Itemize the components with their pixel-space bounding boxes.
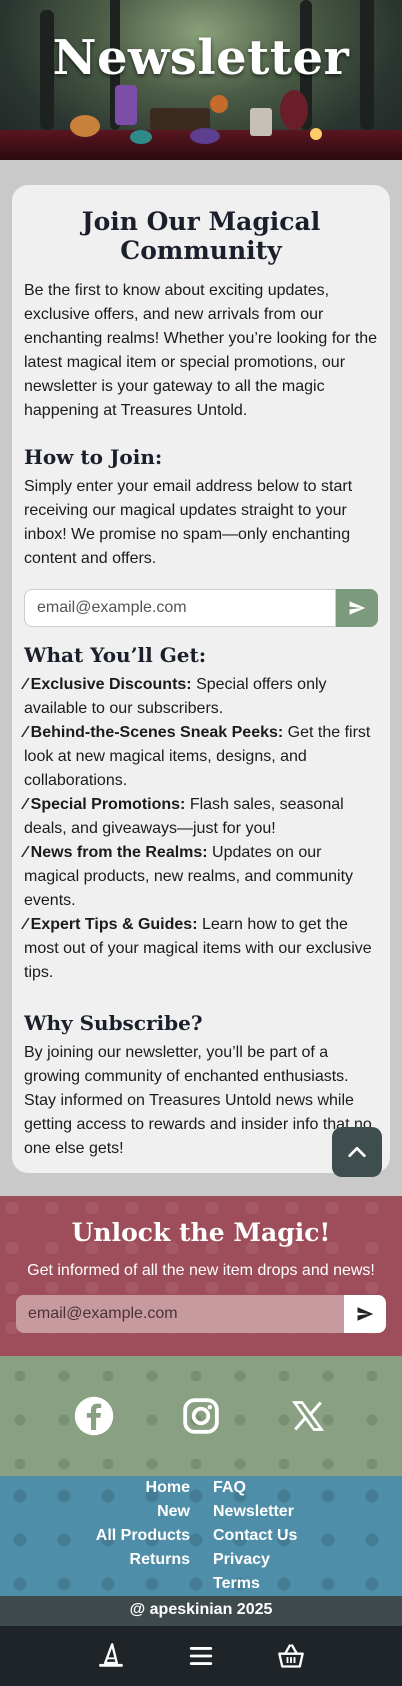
instagram-link[interactable] (178, 1393, 224, 1439)
unlock-title: Unlock the Magic! (71, 1218, 331, 1247)
list-item: ⁄ Special Promotions: Flash sales, season… (24, 793, 378, 841)
copyright: @ apeskinian 2025 (0, 1596, 402, 1626)
why-subscribe-heading: Why Subscribe? (24, 1011, 203, 1035)
send-button[interactable] (336, 589, 378, 627)
benefit-title: Behind-the-Scenes Sneak Peeks: (30, 724, 284, 741)
basket-icon (278, 1644, 304, 1668)
magic-wand-icon: ⁄ (24, 676, 27, 693)
unlock-section: Unlock the Magic! Get informed of all th… (0, 1196, 402, 1356)
how-to-join-text: Simply enter your email address below to… (24, 478, 353, 567)
hamburger-menu-icon (189, 1647, 213, 1665)
bottom-nav (0, 1626, 402, 1686)
footer-link-new[interactable]: New (96, 1500, 190, 1524)
list-item: ⁄ Behind-the-Scenes Sneak Peeks: Get the … (24, 721, 378, 793)
facebook-icon (74, 1396, 113, 1436)
list-item: ⁄ News from the Realms: Updates on our ma… (24, 841, 378, 913)
how-to-join-heading: How to Join: (24, 445, 163, 469)
page-title: Newsletter (52, 30, 350, 86)
benefit-title: Exclusive Discounts: (30, 676, 192, 693)
benefit-title: Special Promotions: (30, 796, 186, 813)
footer-links: Home New All Products Returns FAQ Newsle… (0, 1476, 402, 1596)
footer-send-button[interactable] (344, 1295, 386, 1333)
magic-wand-icon: ⁄ (24, 844, 27, 861)
footer-link-terms[interactable]: Terms (213, 1572, 297, 1596)
benefits-heading: What You’ll Get: (24, 643, 207, 667)
wizard-hat-icon (99, 1643, 123, 1667)
footer-link-returns[interactable]: Returns (96, 1548, 190, 1572)
intro-text: Be the first to know about exciting upda… (24, 282, 378, 419)
chevron-up-icon (348, 1146, 366, 1158)
home-nav-button[interactable] (96, 1641, 126, 1671)
unlock-subtitle: Get informed of all the new item drops a… (27, 1262, 375, 1279)
magic-wand-icon: ⁄ (24, 796, 27, 813)
footer-subscribe-form: email@example.com (16, 1295, 386, 1333)
x-icon (292, 1401, 325, 1431)
footer-links-right: FAQ Newsletter Contact Us Privacy Terms (213, 1476, 297, 1596)
cart-nav-button[interactable] (276, 1641, 306, 1671)
benefits-list: ⁄ Exclusive Discounts: Special offers onl… (24, 673, 378, 985)
hero-banner: Newsletter (0, 0, 402, 160)
footer-link-faq[interactable]: FAQ (213, 1476, 297, 1500)
footer-links-left: Home New All Products Returns (96, 1476, 190, 1572)
paper-plane-icon (357, 1307, 374, 1321)
newsletter-card: Join Our Magical Community Be the first … (12, 185, 390, 1173)
footer-link-home[interactable]: Home (96, 1476, 190, 1500)
benefit-title: News from the Realms: (30, 844, 208, 861)
x-link[interactable] (285, 1393, 331, 1439)
benefit-title: Expert Tips & Guides: (30, 916, 198, 933)
facebook-link[interactable] (71, 1393, 117, 1439)
magic-wand-icon: ⁄ (24, 916, 27, 933)
subscribe-form: email@example.com (24, 589, 378, 627)
footer-link-contact-us[interactable]: Contact Us (213, 1524, 297, 1548)
scroll-to-top-button[interactable] (332, 1127, 382, 1177)
card-title: Join Our Magical Community (81, 207, 321, 265)
magic-wand-icon: ⁄ (24, 724, 27, 741)
list-item: ⁄ Exclusive Discounts: Special offers onl… (24, 673, 378, 721)
list-item: ⁄ Expert Tips & Guides: Learn how to get … (24, 913, 378, 985)
footer-link-newsletter[interactable]: Newsletter (213, 1500, 297, 1524)
paper-plane-icon (349, 601, 366, 615)
social-links (0, 1356, 402, 1476)
footer-link-all-products[interactable]: All Products (96, 1524, 190, 1548)
instagram-icon (183, 1398, 219, 1434)
footer-email-input[interactable]: email@example.com (16, 1295, 344, 1333)
why-subscribe-text: By joining our newsletter, you’ll be par… (24, 1044, 372, 1157)
menu-nav-button[interactable] (186, 1641, 216, 1671)
footer-link-privacy[interactable]: Privacy (213, 1548, 297, 1572)
email-input[interactable]: email@example.com (24, 589, 336, 627)
